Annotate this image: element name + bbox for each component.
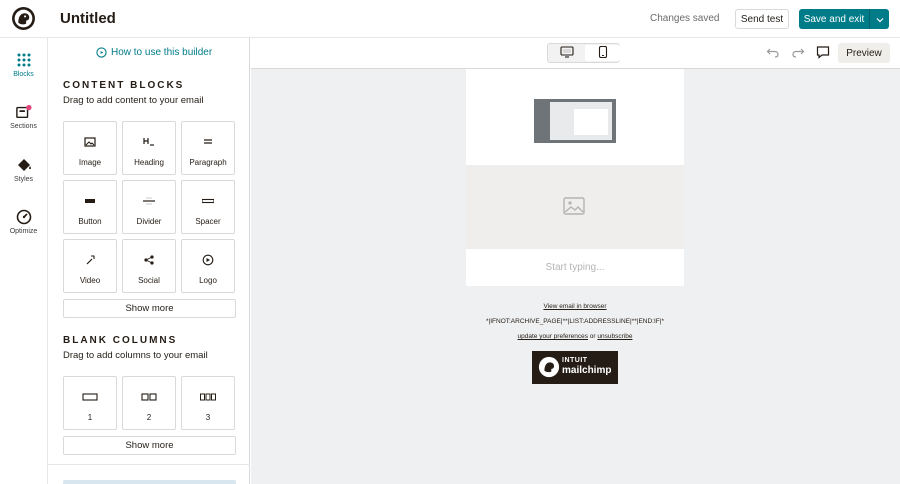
block-tile-divider[interactable]: Divider xyxy=(122,180,176,234)
comment-icon[interactable] xyxy=(816,45,830,59)
how-to-link[interactable]: How to use this builder xyxy=(96,47,212,58)
help-circle-icon xyxy=(96,47,107,58)
tile-label: Heading xyxy=(134,158,164,167)
left-rail: Blocks Sections Styles Optimize xyxy=(0,38,47,484)
mailchimp-logo-icon[interactable] xyxy=(11,6,36,31)
view-in-browser-link[interactable]: View email in browser xyxy=(543,303,606,310)
intuit-mailchimp-badge[interactable]: INTUIT mailchimp xyxy=(532,351,618,384)
blank-columns-subtitle: Drag to add columns to your email xyxy=(63,350,208,361)
text-block-placeholder[interactable]: Start typing... xyxy=(466,249,684,286)
logo-icon xyxy=(202,254,214,266)
chevron-down-icon xyxy=(876,17,883,22)
tile-label: Logo xyxy=(199,276,217,285)
block-tile-social[interactable]: Social xyxy=(122,239,176,293)
preview-button[interactable]: Preview xyxy=(838,43,890,63)
block-tile-spacer[interactable]: Spacer xyxy=(181,180,235,234)
column-tile-3[interactable]: 3 xyxy=(181,376,235,430)
share-icon xyxy=(144,255,154,265)
button-icon xyxy=(85,199,95,203)
tile-label: Video xyxy=(79,276,101,285)
one-column-icon xyxy=(82,393,98,401)
tile-label: Divider xyxy=(136,217,162,226)
content-blocks-title: CONTENT BLOCKS xyxy=(63,80,185,91)
badge-intuit-text: INTUIT xyxy=(562,357,588,364)
content-blocks-subtitle: Drag to add content to your email xyxy=(63,95,204,106)
redo-icon[interactable] xyxy=(791,45,805,59)
undo-icon[interactable] xyxy=(766,45,780,59)
paint-bucket-icon xyxy=(17,159,31,171)
mobile-icon xyxy=(598,45,607,58)
tile-label: Button xyxy=(78,217,102,226)
show-more-columns-button[interactable]: Show more xyxy=(63,436,236,455)
screenshot-thumbnail xyxy=(534,99,616,143)
unsubscribe-link[interactable]: unsubscribe xyxy=(597,333,632,340)
block-tile-paragraph[interactable]: Paragraph xyxy=(181,121,235,175)
block-tile-button[interactable]: Button xyxy=(63,180,117,234)
tile-label: Paragraph xyxy=(189,158,227,167)
video-icon xyxy=(86,255,95,265)
spacer-icon xyxy=(202,198,214,204)
screenshot-image-block[interactable] xyxy=(466,69,684,165)
show-more-content-blocks-button[interactable]: Show more xyxy=(63,299,236,318)
tile-label: 3 xyxy=(205,413,211,422)
divider-icon xyxy=(143,197,155,205)
sections-icon xyxy=(15,104,32,119)
save-and-exit-button[interactable]: Save and exit xyxy=(799,9,869,29)
two-columns-icon xyxy=(141,393,157,401)
rail-label-optimize: Optimize xyxy=(9,228,38,235)
desktop-icon xyxy=(559,45,574,58)
save-options-dropdown[interactable] xyxy=(869,9,889,29)
email-canvas: Start typing... View email in browser *|… xyxy=(251,68,900,484)
rail-label-styles: Styles xyxy=(13,176,34,183)
tile-label: Social xyxy=(138,276,160,285)
blank-columns-title: BLANK COLUMNS xyxy=(63,335,178,346)
column-tile-2[interactable]: 2 xyxy=(122,376,176,430)
tile-label: Spacer xyxy=(195,217,221,226)
rail-item-styles[interactable]: Styles xyxy=(0,151,47,195)
mobile-view-button[interactable] xyxy=(585,45,620,61)
tile-label: 2 xyxy=(146,413,152,422)
paragraph-icon xyxy=(204,139,212,144)
save-status: Changes saved xyxy=(650,13,720,24)
how-to-label: How to use this builder xyxy=(111,47,213,58)
rail-label-blocks: Blocks xyxy=(13,71,34,78)
block-tile-video[interactable]: Video xyxy=(63,239,117,293)
three-columns-icon xyxy=(200,393,216,401)
block-tile-heading[interactable]: Heading xyxy=(122,121,176,175)
send-test-button[interactable]: Send test xyxy=(735,9,789,29)
image-icon xyxy=(84,137,96,147)
block-tile-logo[interactable]: Logo xyxy=(181,239,235,293)
desktop-view-button[interactable] xyxy=(549,45,584,61)
block-tile-image[interactable]: Image xyxy=(63,121,117,175)
tile-label: 1 xyxy=(87,413,93,422)
update-preferences-link[interactable]: update your preferences xyxy=(518,333,588,340)
next-section-preview xyxy=(63,480,236,484)
rail-item-blocks[interactable]: Blocks xyxy=(0,46,47,90)
rail-item-optimize[interactable]: Optimize xyxy=(0,203,47,247)
freddie-logo-icon xyxy=(538,356,560,378)
tile-label: Image xyxy=(78,158,102,167)
address-merge-tags: *|IFNOT:ARCHIVE_PAGE|**|LIST:ADDRESSLINE… xyxy=(486,318,664,325)
device-toggle xyxy=(547,43,620,63)
panel-divider xyxy=(48,464,250,465)
gauge-icon xyxy=(16,209,31,225)
rail-label-sections: Sections xyxy=(10,123,37,130)
email-body: Start typing... View email in browser *|… xyxy=(466,69,684,394)
blocks-panel: How to use this builder CONTENT BLOCKS D… xyxy=(47,38,250,484)
rail-item-sections[interactable]: Sections xyxy=(0,98,47,142)
heading-icon xyxy=(143,138,154,146)
column-tile-1[interactable]: 1 xyxy=(63,376,117,430)
badge-mailchimp-text: mailchimp xyxy=(562,365,612,376)
top-bar: Untitled Changes saved Send test Save an… xyxy=(0,0,900,38)
image-placeholder-icon xyxy=(563,197,585,215)
grid-icon xyxy=(17,53,30,67)
image-placeholder-block[interactable] xyxy=(466,165,684,249)
or-text: or xyxy=(588,333,598,340)
page-title[interactable]: Untitled xyxy=(60,10,116,27)
